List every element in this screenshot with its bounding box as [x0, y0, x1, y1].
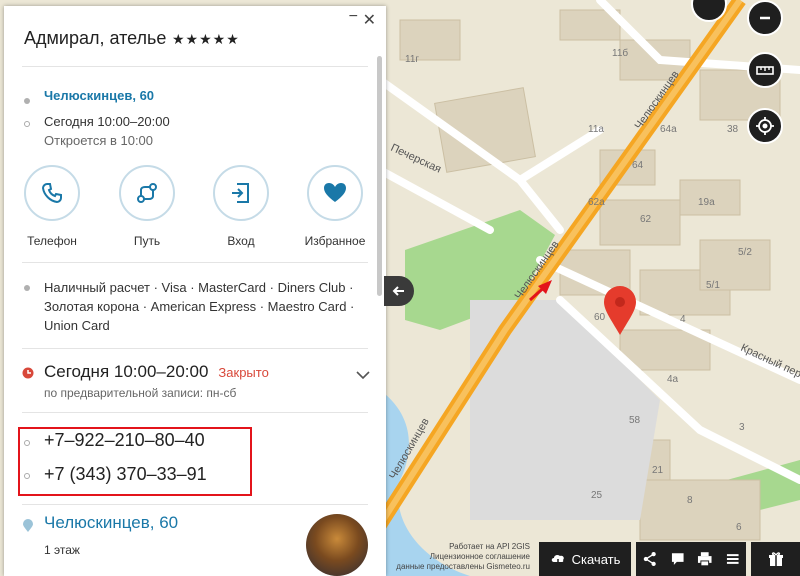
- credit-license[interactable]: Лицензионное соглашение: [396, 552, 530, 562]
- crosshair-icon: [756, 117, 774, 135]
- divider: [22, 504, 368, 505]
- house-label: 21: [652, 465, 664, 476]
- payment-dot-icon: [24, 285, 30, 291]
- download-label: Скачать: [571, 551, 621, 567]
- house-label: 38: [727, 124, 739, 135]
- schedule-status: Закрыто: [218, 365, 269, 380]
- heart-icon: [324, 183, 346, 202]
- download-button[interactable]: Скачать: [539, 542, 631, 576]
- arrow-left-icon: [392, 286, 404, 296]
- place-title: Адмирал, ателье: [24, 28, 167, 48]
- schedule-row[interactable]: Сегодня 10:00–20:00 Закрыто: [44, 362, 269, 382]
- share-icon[interactable]: [642, 551, 658, 567]
- rating-stars: ★★★★★: [172, 31, 240, 47]
- ruler-button[interactable]: [747, 52, 783, 88]
- payment-methods: Наличный расчет · Visa · MasterCard · Di…: [44, 280, 355, 333]
- house-label: 62: [640, 214, 652, 225]
- entrance-action-label: Вход: [227, 234, 255, 248]
- route-icon: [137, 183, 157, 203]
- house-label: 3: [739, 422, 745, 433]
- house-label: 58: [629, 415, 641, 426]
- panel-scrollbar[interactable]: [377, 56, 382, 296]
- route-action-label: Путь: [133, 234, 161, 248]
- gift-icon: [768, 552, 783, 566]
- house-label: 4а: [667, 374, 679, 385]
- floor-info: 1 этаж: [44, 543, 80, 557]
- place-panel: − ✕ Адмирал, ателье ★★★★★ Челюскинцев, 6…: [4, 6, 386, 576]
- address-link[interactable]: Челюскинцев, 60: [44, 88, 154, 103]
- entrance-icon: [232, 183, 249, 203]
- comment-icon[interactable]: [670, 551, 686, 567]
- branch-address[interactable]: Челюскинцев, 60: [44, 513, 178, 533]
- phone-icon: [41, 183, 62, 204]
- map-credits: Работает на API 2GIS Лицензионное соглаш…: [396, 542, 530, 572]
- divider: [22, 262, 368, 263]
- house-label: 64а: [660, 124, 677, 135]
- divider: [22, 348, 368, 349]
- schedule-note: по предварительной записи: пн-сб: [44, 386, 237, 400]
- location-pin-icon: [23, 519, 33, 532]
- credit-api[interactable]: Работает на API 2GIS: [396, 542, 530, 552]
- gift-button[interactable]: [751, 542, 800, 576]
- share-group: [636, 542, 746, 576]
- house-label: 62а: [588, 197, 605, 208]
- bottom-toolbar: Скачать: [539, 542, 800, 576]
- clock-dot-icon: [24, 121, 30, 127]
- house-label: 5/2: [738, 247, 752, 258]
- house-label: 8: [687, 495, 693, 506]
- house-label: 6: [736, 522, 742, 533]
- ruler-icon: [756, 66, 774, 75]
- cloud-download-icon: [551, 554, 564, 566]
- house-label: 4: [680, 314, 686, 325]
- house-label: 11а: [588, 124, 604, 135]
- schedule-today: Сегодня 10:00–20:00: [44, 362, 209, 381]
- address-dot-icon: [24, 98, 30, 104]
- print-icon[interactable]: [697, 551, 713, 567]
- clock-icon: [22, 367, 34, 379]
- highlight-box: [18, 427, 252, 496]
- entrance-action-button[interactable]: [213, 165, 269, 221]
- hours-today: Сегодня 10:00–20:00: [44, 114, 170, 129]
- geolocation-button[interactable]: [747, 108, 783, 144]
- favorite-action-button[interactable]: [307, 165, 363, 221]
- route-action-button[interactable]: [119, 165, 175, 221]
- house-label: 11г: [405, 54, 419, 65]
- minus-icon: [760, 16, 770, 20]
- place-photo[interactable]: [306, 514, 368, 576]
- minimize-button[interactable]: −: [349, 8, 358, 26]
- house-label: 60: [594, 312, 606, 323]
- close-button[interactable]: ✕: [363, 10, 376, 30]
- divider: [22, 66, 368, 67]
- house-label: 64: [632, 160, 644, 171]
- opens-note: Откроется в 10:00: [44, 133, 154, 148]
- credit-weather[interactable]: данные предоставлены Gismeteo.ru: [396, 562, 530, 572]
- house-label: 25: [591, 490, 603, 501]
- divider: [22, 412, 368, 413]
- phone-action-button[interactable]: [24, 165, 80, 221]
- favorite-action-label: Избранное: [304, 234, 366, 248]
- house-label: 5/1: [706, 280, 720, 291]
- menu-icon[interactable]: [725, 551, 741, 567]
- house-label: 19а: [698, 197, 715, 208]
- phone-action-label: Телефон: [27, 234, 77, 248]
- chevron-down-icon[interactable]: [356, 370, 370, 380]
- house-label: 11б: [612, 47, 628, 59]
- zoom-out-button[interactable]: [747, 0, 783, 36]
- collapse-panel-button[interactable]: [384, 276, 414, 306]
